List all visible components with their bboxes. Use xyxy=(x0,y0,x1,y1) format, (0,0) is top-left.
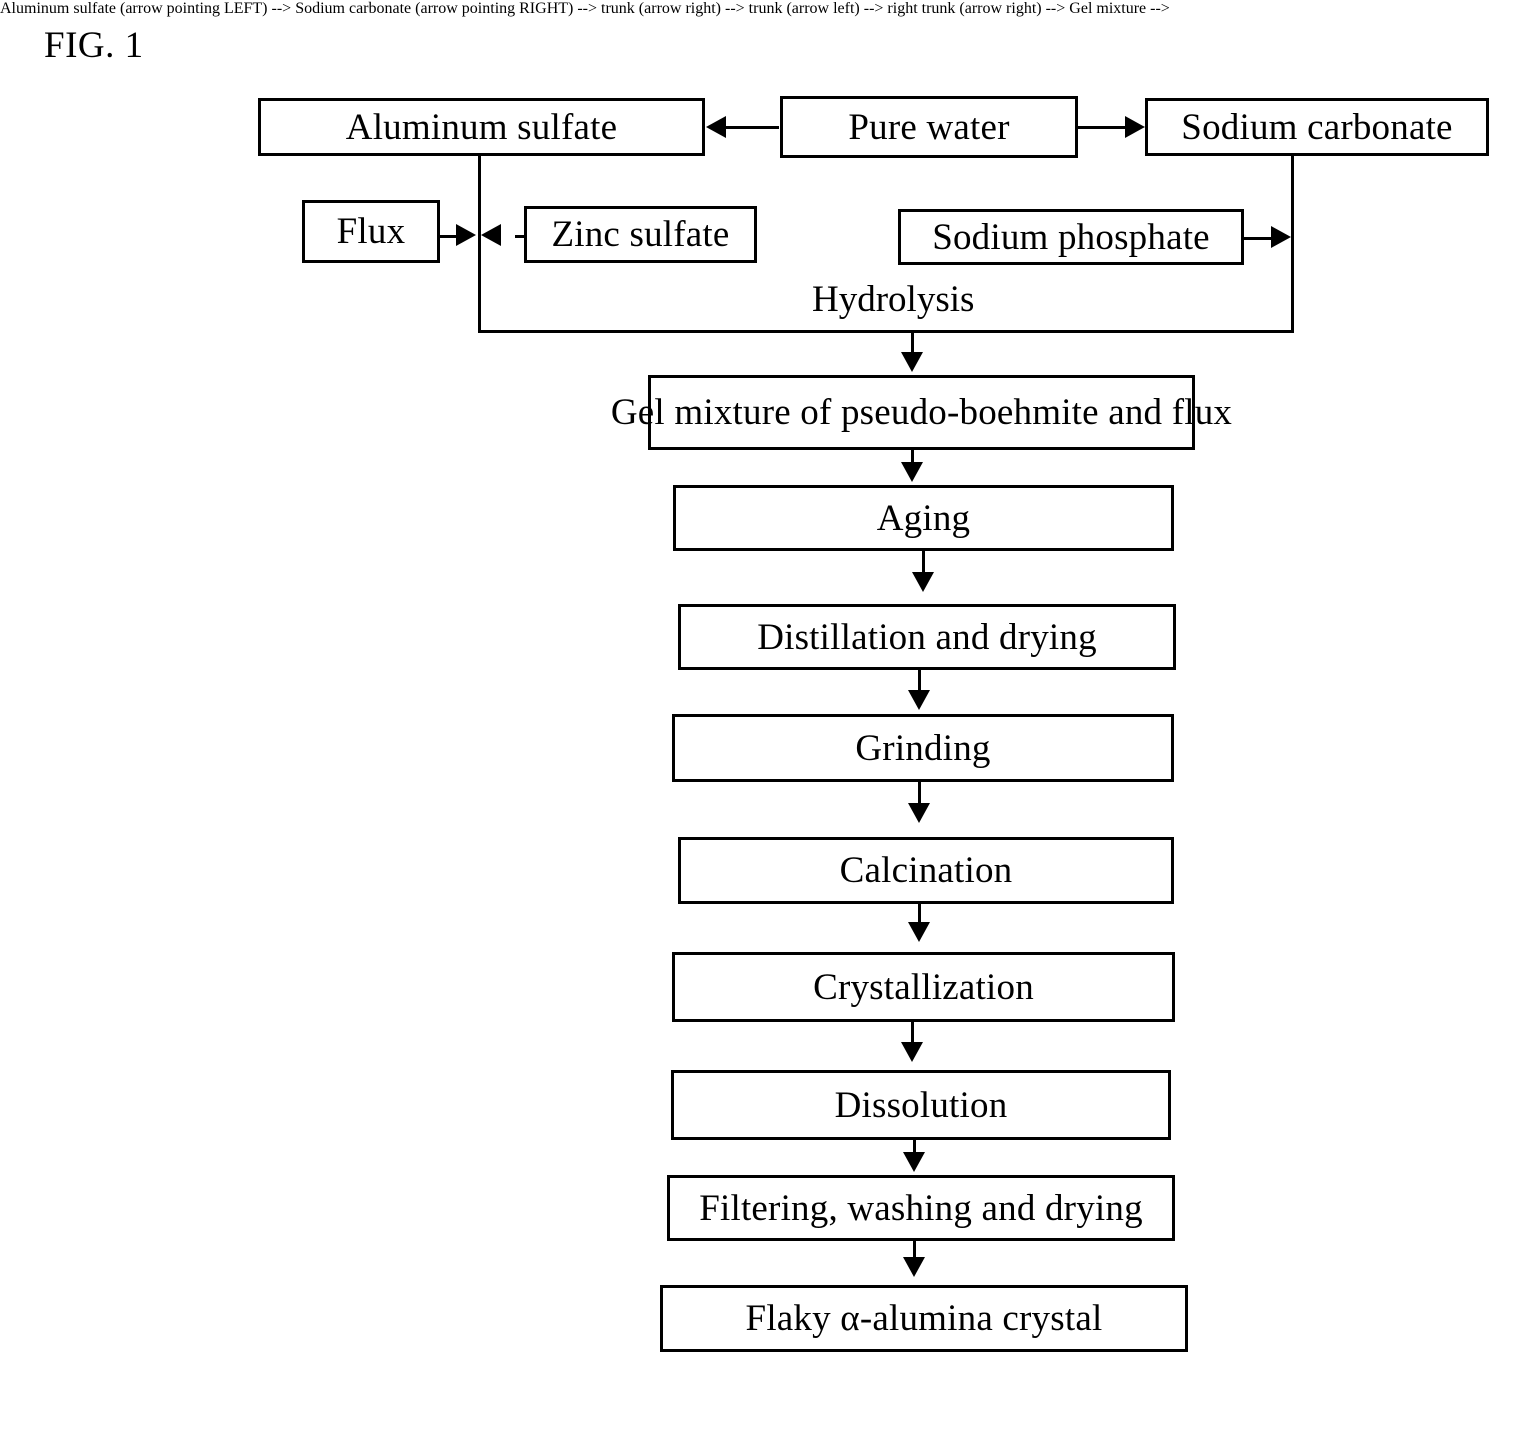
node-sodium-carbonate[interactable]: Sodium carbonate xyxy=(1145,98,1489,156)
connector-sodiumphosphate-to-trunk xyxy=(1244,237,1272,240)
arrowhead-to-aluminum-sulfate xyxy=(706,116,726,138)
node-distillation-and-drying-label: Distillation and drying xyxy=(757,616,1097,658)
node-gel-mixture-label: Gel mixture of pseudo-boehmite and flux xyxy=(610,392,1233,433)
connector-zincsulfate-to-trunk xyxy=(515,235,527,238)
node-zinc-sulfate-label: Zinc sulfate xyxy=(551,214,730,255)
figure-caption: FIG. 1 xyxy=(44,25,144,66)
node-flaky-alumina-crystal[interactable]: Flaky α-alumina crystal xyxy=(660,1285,1188,1352)
arrowhead-zincsulfate-into-trunk xyxy=(481,224,501,246)
node-filtering-washing-drying[interactable]: Filtering, washing and drying xyxy=(667,1175,1175,1241)
node-sodium-carbonate-label: Sodium carbonate xyxy=(1181,106,1453,148)
arrowhead-to-flaky-alumina xyxy=(903,1257,925,1277)
node-flux[interactable]: Flux xyxy=(302,200,440,263)
node-sodium-phosphate-label: Sodium phosphate xyxy=(932,216,1210,258)
node-calcination[interactable]: Calcination xyxy=(678,837,1174,904)
node-distillation-and-drying[interactable]: Distillation and drying xyxy=(678,604,1176,670)
arrowhead-to-grinding xyxy=(908,690,930,710)
node-crystallization[interactable]: Crystallization xyxy=(672,952,1175,1022)
arrowhead-flux-into-trunk xyxy=(456,224,476,246)
arrowhead-to-calcination xyxy=(908,803,930,823)
node-calcination-label: Calcination xyxy=(839,850,1013,891)
hydrolysis-bus-line xyxy=(478,330,1294,333)
arrowhead-to-aging xyxy=(901,462,923,482)
node-pure-water-label: Pure water xyxy=(848,106,1010,148)
node-aluminum-sulfate-label: Aluminum sulfate xyxy=(345,106,618,148)
trunk-right-vertical xyxy=(1291,156,1294,332)
node-aging[interactable]: Aging xyxy=(673,485,1174,551)
arrowhead-to-distillation xyxy=(912,572,934,592)
figure-1-flowchart: FIG. 1 Aluminum sulfate Pure water Sodiu… xyxy=(0,0,1523,1441)
hydrolysis-label: Hydrolysis xyxy=(812,279,975,320)
arrowhead-sodiumphosphate-into-trunk xyxy=(1271,226,1291,248)
node-dissolution-label: Dissolution xyxy=(834,1084,1008,1126)
node-filtering-washing-drying-label: Filtering, washing and drying xyxy=(699,1187,1143,1229)
node-zinc-sulfate[interactable]: Zinc sulfate xyxy=(524,206,757,263)
arrowhead-to-dissolution xyxy=(901,1042,923,1062)
connector-purewater-to-aluminumsulfate xyxy=(726,126,779,129)
connector-purewater-to-sodiumcarbonate xyxy=(1078,126,1125,129)
node-aluminum-sulfate[interactable]: Aluminum sulfate xyxy=(258,98,705,156)
node-crystallization-label: Crystallization xyxy=(813,966,1034,1008)
arrowhead-to-sodium-carbonate xyxy=(1125,116,1145,138)
node-flaky-alumina-crystal-label: Flaky α-alumina crystal xyxy=(745,1298,1103,1339)
node-sodium-phosphate[interactable]: Sodium phosphate xyxy=(898,209,1244,265)
arrowhead-to-crystallization xyxy=(908,922,930,942)
node-flux-label: Flux xyxy=(336,211,406,252)
node-grinding-label: Grinding xyxy=(855,727,991,769)
node-aging-label: Aging xyxy=(876,497,971,539)
node-pure-water[interactable]: Pure water xyxy=(780,96,1078,158)
arrowhead-to-gel-mixture xyxy=(901,352,923,372)
node-gel-mixture[interactable]: Gel mixture of pseudo-boehmite and flux xyxy=(611,375,1232,450)
node-dissolution[interactable]: Dissolution xyxy=(671,1070,1171,1140)
arrowhead-to-filtering xyxy=(903,1152,925,1172)
node-grinding[interactable]: Grinding xyxy=(672,714,1174,782)
